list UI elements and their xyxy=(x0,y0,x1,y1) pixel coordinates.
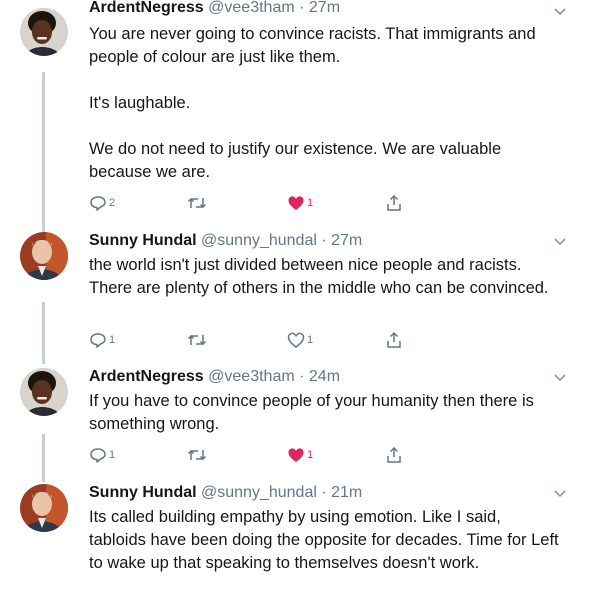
author-handle[interactable]: @sunny_hundal xyxy=(201,484,317,501)
author-name[interactable]: ArdentNegress xyxy=(89,368,204,385)
heart-filled-icon xyxy=(288,196,304,210)
dot-separator: · xyxy=(294,368,309,385)
reply-icon xyxy=(90,333,106,348)
author-name[interactable]: Sunny Hundal xyxy=(89,484,197,501)
man-avatar[interactable] xyxy=(20,484,68,532)
timestamp[interactable]: 24m xyxy=(309,368,340,385)
dot-separator: · xyxy=(316,484,332,501)
author-handle[interactable]: @vee3tham xyxy=(208,368,295,385)
tweet-thread: ArdentNegress @vee3tham · 27m You are ne… xyxy=(0,0,598,593)
reply-count: 2 xyxy=(109,197,116,209)
like-count: 1 xyxy=(307,449,314,461)
man-avatar[interactable] xyxy=(20,232,68,280)
reply-icon xyxy=(90,196,106,211)
reply-button[interactable]: 2 xyxy=(89,192,115,214)
chevron-down-icon[interactable] xyxy=(553,237,567,247)
share-icon xyxy=(387,446,401,463)
woman-avatar[interactable] xyxy=(20,368,68,416)
tweet-header: ArdentNegress @vee3tham · 27m xyxy=(89,0,340,19)
author-name[interactable]: ArdentNegress xyxy=(89,0,204,16)
share-icon xyxy=(387,331,401,348)
tweet-actions: 1 1 xyxy=(89,444,409,466)
reply-count: 1 xyxy=(109,449,116,461)
tweet-actions: 2 1 xyxy=(89,192,409,214)
tweet[interactable]: Sunny Hundal @sunny_hundal · 21m Its cal… xyxy=(0,482,598,593)
reply-icon xyxy=(90,448,106,463)
chevron-down-icon[interactable] xyxy=(553,373,567,383)
retweet-button[interactable] xyxy=(187,444,207,466)
like-count: 1 xyxy=(307,197,314,209)
dot-separator: · xyxy=(316,232,332,249)
like-button[interactable]: 1 xyxy=(287,329,313,351)
retweet-button[interactable] xyxy=(187,192,207,214)
retweet-icon xyxy=(187,197,207,209)
heart-filled-icon xyxy=(288,448,304,462)
timestamp[interactable]: 27m xyxy=(331,232,362,249)
like-button[interactable]: 1 xyxy=(287,444,313,466)
tweet-text: Its called building empathy by using emo… xyxy=(89,508,559,572)
reply-count: 1 xyxy=(109,334,116,346)
tweet[interactable]: ArdentNegress @vee3tham · 24m If you hav… xyxy=(0,366,598,476)
heart-outline-icon xyxy=(287,332,305,348)
woman-avatar[interactable] xyxy=(20,8,68,56)
tweet-text: the world isn't just divided between nic… xyxy=(89,256,549,297)
reply-button[interactable]: 1 xyxy=(89,329,115,351)
chevron-down-icon[interactable] xyxy=(553,489,567,499)
retweet-button[interactable] xyxy=(187,329,207,351)
tweet-text: If you have to convince people of your h… xyxy=(89,392,534,433)
timestamp[interactable]: 27m xyxy=(309,0,340,16)
tweet[interactable]: ArdentNegress @vee3tham · 27m You are ne… xyxy=(0,0,598,222)
share-button[interactable] xyxy=(385,192,403,214)
author-name[interactable]: Sunny Hundal xyxy=(89,232,197,249)
tweet-header: Sunny Hundal @sunny_hundal · 27m xyxy=(89,230,362,252)
tweet-text: You are never going to convince racists.… xyxy=(89,25,536,181)
dot-separator: · xyxy=(294,0,309,16)
tweet[interactable]: Sunny Hundal @sunny_hundal · 27m the wor… xyxy=(0,230,598,358)
share-button[interactable] xyxy=(385,329,403,351)
author-handle[interactable]: @vee3tham xyxy=(208,0,295,16)
chevron-down-icon[interactable] xyxy=(553,7,567,17)
tweet-header: ArdentNegress @vee3tham · 24m xyxy=(89,366,340,388)
tweet-actions: 1 1 xyxy=(89,329,409,351)
share-icon xyxy=(387,194,401,211)
retweet-icon xyxy=(187,449,207,461)
author-handle[interactable]: @sunny_hundal xyxy=(201,232,317,249)
share-button[interactable] xyxy=(385,444,403,466)
timestamp[interactable]: 21m xyxy=(331,484,362,501)
retweet-icon xyxy=(187,334,207,346)
like-button[interactable]: 1 xyxy=(287,192,313,214)
reply-button[interactable]: 1 xyxy=(89,444,115,466)
like-count: 1 xyxy=(307,334,314,346)
tweet-header: Sunny Hundal @sunny_hundal · 21m xyxy=(89,482,362,504)
